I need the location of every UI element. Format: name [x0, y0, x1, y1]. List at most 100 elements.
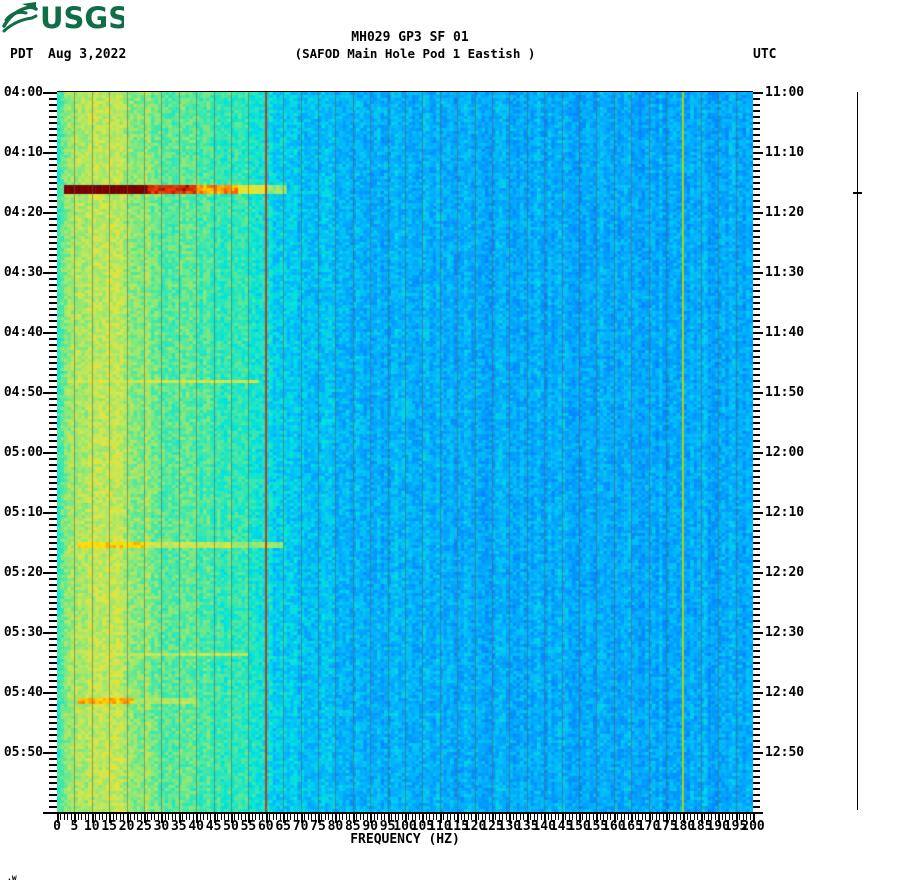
left-minor-tick: [49, 284, 57, 286]
right-minor-tick: [753, 584, 760, 586]
right-minor-tick: [753, 230, 760, 232]
time-label-right: 12:30: [765, 625, 805, 640]
right-minor-tick: [753, 398, 760, 400]
left-minor-tick: [49, 302, 57, 304]
freq-label: 60: [257, 819, 274, 834]
freq-label: 35: [170, 819, 187, 834]
left-minor-tick: [49, 638, 57, 640]
right-minor-tick: [753, 536, 760, 538]
amplitude-event-tick: [853, 192, 862, 194]
right-minor-tick: [753, 146, 760, 148]
left-major-tick: [43, 452, 57, 454]
left-minor-tick: [49, 734, 57, 736]
left-minor-tick: [49, 116, 57, 118]
right-major-tick: [753, 692, 763, 694]
right-minor-tick: [753, 782, 760, 784]
left-minor-tick: [49, 542, 57, 544]
frequency-axis-title: FREQUENCY (HZ): [350, 832, 460, 847]
left-minor-tick: [49, 554, 57, 556]
usgs-wave-icon: [2, 2, 38, 33]
time-label-left: 05:20: [3, 565, 43, 580]
right-minor-tick: [753, 194, 760, 196]
page-title: MH029 GP3 SF 01: [351, 30, 469, 45]
left-minor-tick: [49, 776, 57, 778]
left-minor-tick: [49, 248, 57, 250]
right-minor-tick: [753, 656, 760, 658]
right-minor-tick: [753, 440, 760, 442]
left-minor-tick: [49, 578, 57, 580]
left-minor-tick: [49, 680, 57, 682]
timezone-right-label: UTC: [753, 47, 777, 62]
right-minor-tick: [753, 188, 760, 190]
right-minor-tick: [753, 596, 760, 598]
date-label: Aug 3,2022: [48, 47, 127, 62]
right-minor-tick: [753, 362, 760, 364]
right-minor-tick: [753, 266, 760, 268]
left-minor-tick: [49, 200, 57, 202]
left-minor-tick: [49, 758, 57, 760]
left-minor-tick: [49, 764, 57, 766]
left-minor-tick: [49, 698, 57, 700]
left-minor-tick: [49, 530, 57, 532]
freq-label: 40: [188, 819, 205, 834]
right-minor-tick: [753, 722, 760, 724]
right-minor-tick: [753, 524, 760, 526]
right-minor-tick: [753, 164, 760, 166]
left-minor-tick: [49, 278, 57, 280]
right-major-tick: [753, 92, 763, 94]
left-major-tick: [43, 572, 57, 574]
right-minor-tick: [753, 218, 760, 220]
left-minor-tick: [49, 164, 57, 166]
left-minor-tick: [49, 182, 57, 184]
right-minor-tick: [753, 578, 760, 580]
freq-label: 10: [83, 819, 100, 834]
time-label-right: 11:10: [765, 145, 805, 160]
left-minor-tick: [49, 266, 57, 268]
left-minor-tick: [49, 410, 57, 412]
right-minor-tick: [753, 344, 760, 346]
left-minor-tick: [49, 476, 57, 478]
left-minor-tick: [49, 560, 57, 562]
right-minor-tick: [753, 182, 760, 184]
left-minor-tick: [49, 470, 57, 472]
right-minor-tick: [753, 476, 760, 478]
right-minor-tick: [753, 638, 760, 640]
freq-label: 75: [310, 819, 326, 834]
left-minor-tick: [49, 722, 57, 724]
left-minor-tick: [49, 236, 57, 238]
right-minor-tick: [753, 296, 760, 298]
right-minor-tick: [753, 206, 760, 208]
left-minor-tick: [49, 650, 57, 652]
right-minor-tick: [753, 104, 760, 106]
right-minor-tick: [753, 482, 760, 484]
right-minor-tick: [753, 764, 760, 766]
left-minor-tick: [49, 488, 57, 490]
time-label-left: 04:00: [3, 85, 43, 100]
amplitude-trace-line: [857, 92, 858, 810]
left-minor-tick: [49, 242, 57, 244]
right-major-tick: [753, 392, 763, 394]
right-minor-tick: [753, 134, 760, 136]
right-minor-tick: [753, 176, 760, 178]
right-major-tick: [753, 452, 763, 454]
right-minor-tick: [753, 740, 760, 742]
left-minor-tick: [49, 614, 57, 616]
left-minor-tick: [49, 524, 57, 526]
right-minor-tick: [753, 320, 760, 322]
right-minor-tick: [753, 518, 760, 520]
freq-label: 55: [240, 819, 257, 834]
left-minor-tick: [49, 716, 57, 718]
left-minor-tick: [49, 608, 57, 610]
left-minor-tick: [49, 326, 57, 328]
freq-label: 5: [70, 819, 79, 834]
right-minor-tick: [753, 710, 760, 712]
left-major-tick: [43, 272, 57, 274]
right-minor-tick: [753, 494, 760, 496]
time-label-right: 12:50: [765, 745, 805, 760]
freq-minor-tick: [63, 814, 65, 820]
right-minor-tick: [753, 260, 760, 262]
left-minor-tick: [49, 626, 57, 628]
spectrogram-page: USGS MH029 GP3 SF 01 (SAFOD Main Hole Po…: [0, 0, 902, 892]
left-minor-tick: [49, 728, 57, 730]
left-minor-tick: [49, 440, 57, 442]
